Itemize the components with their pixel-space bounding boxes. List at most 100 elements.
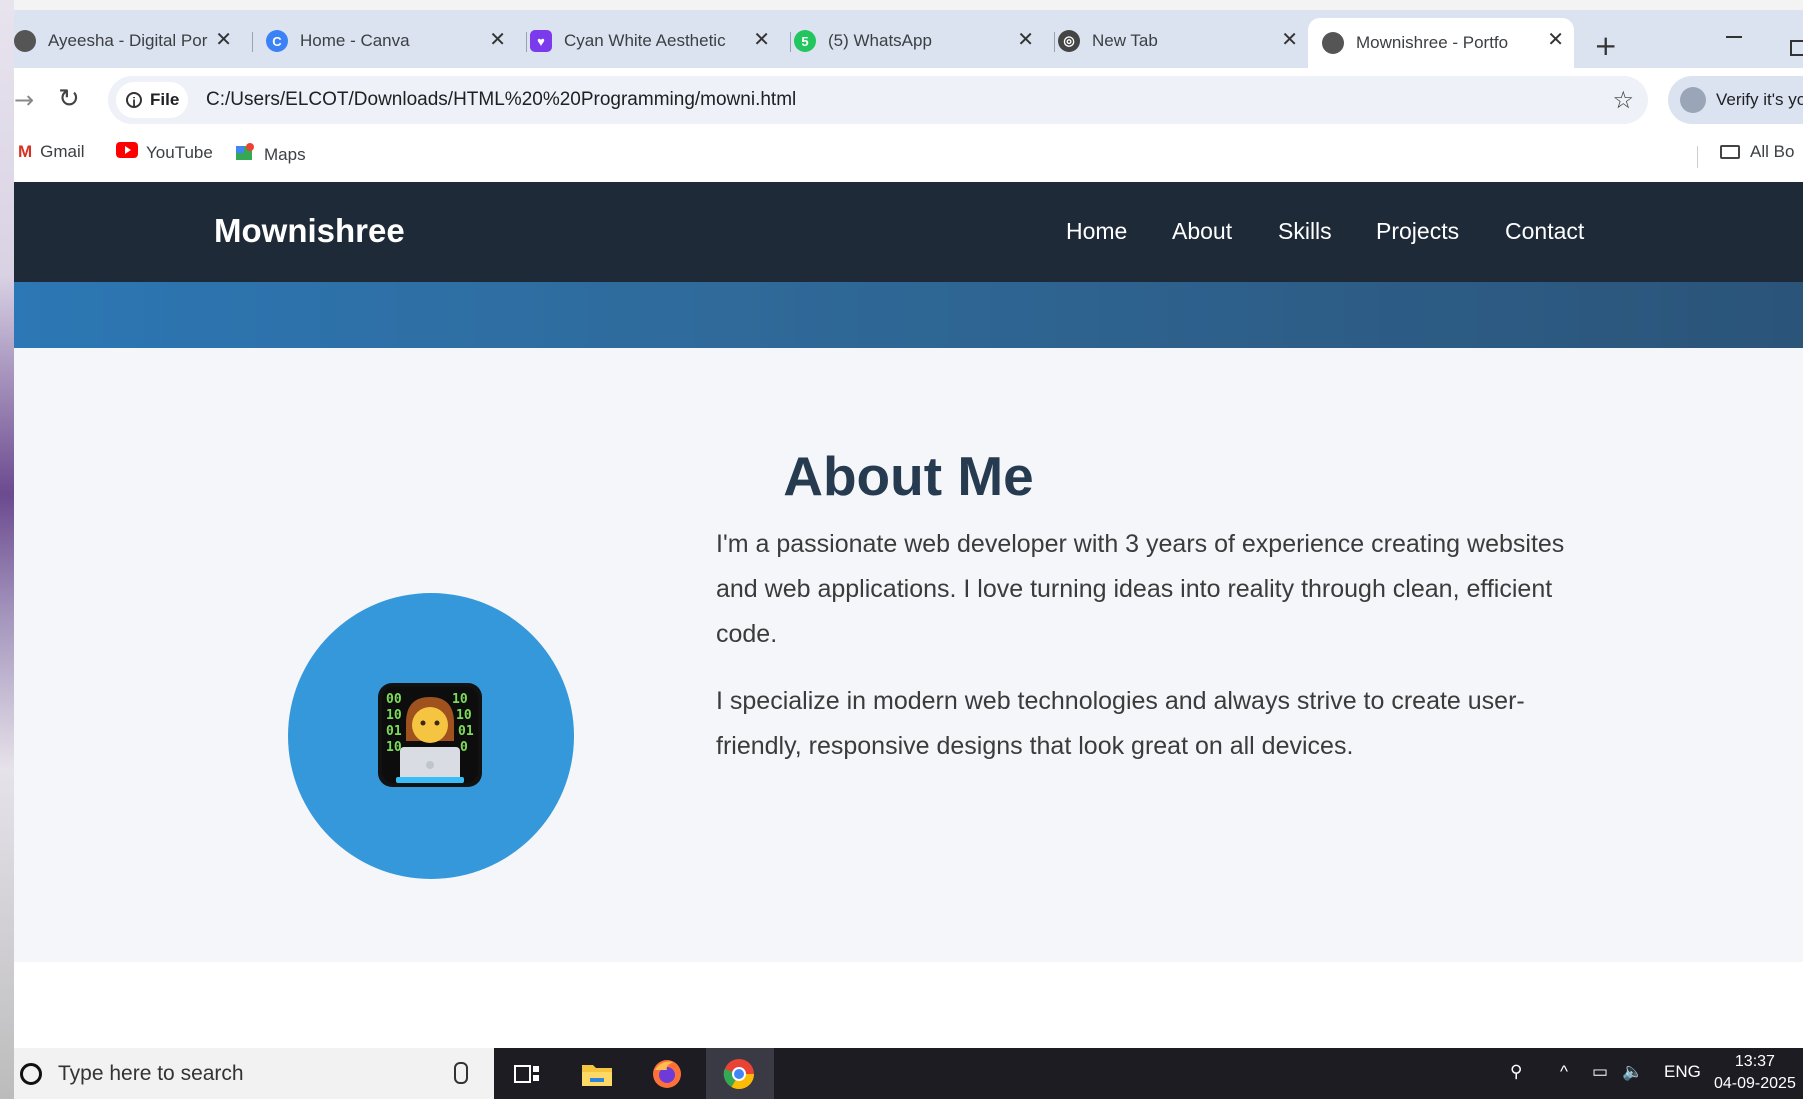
forward-icon[interactable]: → bbox=[14, 86, 34, 114]
whatsapp-icon: 5 bbox=[794, 30, 816, 52]
bookmark-star-icon[interactable]: ☆ bbox=[1612, 86, 1634, 114]
reload-icon[interactable]: ↻ bbox=[58, 84, 80, 114]
tab-cyan-white[interactable]: ♥ Cyan White Aesthetic ✕ bbox=[530, 18, 780, 64]
close-icon[interactable]: ✕ bbox=[1281, 29, 1298, 51]
tab-separator bbox=[790, 32, 791, 52]
tab-ayeesha[interactable]: Ayeesha - Digital Por ✕ bbox=[14, 18, 242, 64]
nav-link-contact[interactable]: Contact bbox=[1505, 218, 1584, 245]
tab-label: Ayeesha - Digital Por bbox=[48, 31, 208, 50]
canva-design-icon: ♥ bbox=[530, 30, 552, 52]
bookmark-maps[interactable]: Maps bbox=[236, 142, 306, 167]
battery-icon[interactable]: ▭ bbox=[1592, 1062, 1608, 1082]
close-icon[interactable]: ✕ bbox=[1017, 29, 1034, 51]
bookmark-label: Gmail bbox=[40, 142, 85, 161]
bookmarks-separator bbox=[1697, 146, 1698, 168]
bookmarks-bar: M Gmail YouTube Maps All Bo bbox=[14, 132, 1803, 182]
chevron-up-icon[interactable]: ^ bbox=[1560, 1062, 1568, 1082]
tab-label: Mownishree - Portfo bbox=[1356, 33, 1509, 52]
tab-separator bbox=[252, 32, 253, 52]
minimize-icon[interactable] bbox=[1726, 36, 1742, 38]
close-icon[interactable]: ✕ bbox=[1547, 29, 1564, 51]
nav-link-about[interactable]: About bbox=[1172, 218, 1232, 245]
tab-canva-home[interactable]: C Home - Canva ✕ bbox=[266, 18, 516, 64]
bookmark-label: Maps bbox=[264, 144, 306, 164]
restore-icon[interactable] bbox=[1790, 40, 1803, 56]
folder-icon bbox=[1720, 145, 1740, 159]
about-section-title: About Me bbox=[783, 445, 1034, 507]
file-explorer-icon[interactable] bbox=[580, 1058, 614, 1090]
bookmark-label: YouTube bbox=[146, 142, 213, 162]
chrome-icon: ◎ bbox=[1058, 30, 1080, 52]
url-text[interactable]: C:/Users/ELCOT/Downloads/HTML%20%20Progr… bbox=[206, 89, 796, 111]
address-bar[interactable]: i File C:/Users/ELCOT/Downloads/HTML%20%… bbox=[108, 76, 1648, 124]
tab-label: New Tab bbox=[1092, 31, 1158, 50]
svg-text:10: 10 bbox=[386, 708, 402, 723]
taskbar-search-placeholder: Type here to search bbox=[58, 1061, 244, 1085]
nav-link-skills[interactable]: Skills bbox=[1278, 218, 1332, 245]
tab-new-tab[interactable]: ◎ New Tab ✕ bbox=[1058, 18, 1308, 64]
clock-time: 13:37 bbox=[1734, 1053, 1775, 1070]
next-section-background bbox=[14, 962, 1803, 1048]
screen-top-edge bbox=[0, 0, 1803, 10]
tab-whatsapp[interactable]: 5 (5) WhatsApp ✕ bbox=[794, 18, 1044, 64]
about-paragraph-2: I specialize in modern web technologies … bbox=[716, 687, 1525, 760]
tab-label: Cyan White Aesthetic bbox=[564, 31, 726, 50]
tab-separator bbox=[526, 32, 527, 52]
tab-mownishree-active[interactable]: Mownishree - Portfo ✕ bbox=[1308, 18, 1574, 68]
tab-label: Home - Canva bbox=[300, 31, 410, 50]
technologist-emoji-icon: 00 10 10 10 01 01 10 0 bbox=[378, 683, 482, 787]
web-page-viewport: Mownishree Home About Skills Projects Co… bbox=[14, 182, 1803, 1048]
language-indicator[interactable]: ENG bbox=[1664, 1062, 1701, 1082]
people-icon[interactable]: ⚲ bbox=[1510, 1062, 1522, 1082]
firefox-icon[interactable] bbox=[650, 1058, 684, 1090]
browser-tab-strip: Ayeesha - Digital Por ✕ C Home - Canva ✕… bbox=[14, 10, 1803, 68]
tab-separator bbox=[1054, 32, 1055, 52]
svg-text:00: 00 bbox=[386, 692, 402, 707]
youtube-icon bbox=[116, 142, 138, 163]
about-paragraph-1: I'm a passionate web developer with 3 ye… bbox=[716, 530, 1565, 648]
bookmark-gmail[interactable]: M Gmail bbox=[18, 142, 85, 162]
profile-avatar-circle: 00 10 10 10 01 01 10 0 bbox=[288, 593, 574, 879]
verify-label: Verify it's you bbox=[1716, 90, 1803, 109]
clock-date: 04-09-2025 bbox=[1714, 1075, 1796, 1092]
desktop-wallpaper-edge bbox=[0, 0, 14, 1099]
globe-icon bbox=[1322, 32, 1344, 54]
task-view-icon[interactable] bbox=[510, 1058, 544, 1090]
all-bookmarks-button[interactable]: All Bo bbox=[1720, 142, 1794, 162]
tab-label: (5) WhatsApp bbox=[828, 31, 932, 50]
globe-icon bbox=[14, 30, 36, 52]
svg-text:0: 0 bbox=[460, 740, 468, 755]
maps-icon bbox=[236, 142, 256, 167]
svg-text:10: 10 bbox=[386, 740, 402, 755]
svg-text:10: 10 bbox=[452, 692, 468, 707]
new-tab-button[interactable]: + bbox=[1594, 32, 1617, 60]
canva-icon: C bbox=[266, 30, 288, 52]
volume-icon[interactable]: 🔈 bbox=[1622, 1062, 1643, 1082]
site-info-chip[interactable]: i File bbox=[116, 82, 188, 118]
all-bookmarks-label: All Bo bbox=[1750, 142, 1795, 161]
hero-gradient-band bbox=[14, 282, 1803, 348]
svg-text:01: 01 bbox=[386, 724, 402, 739]
close-icon[interactable]: ✕ bbox=[215, 29, 232, 51]
chrome-taskbar-icon[interactable] bbox=[722, 1058, 756, 1090]
gmail-icon: M bbox=[18, 142, 33, 161]
svg-text:01: 01 bbox=[458, 724, 474, 739]
nav-link-home[interactable]: Home bbox=[1066, 218, 1127, 245]
svg-text:10: 10 bbox=[456, 708, 472, 723]
microphone-icon[interactable] bbox=[454, 1062, 468, 1084]
site-navbar: Mownishree Home About Skills Projects Co… bbox=[14, 182, 1803, 282]
close-icon[interactable]: ✕ bbox=[489, 29, 506, 51]
info-icon: i bbox=[126, 92, 142, 109]
system-clock[interactable]: 13:37 04-09-2025 bbox=[1714, 1051, 1796, 1095]
bookmark-youtube[interactable]: YouTube bbox=[116, 142, 213, 163]
browser-toolbar: → ↻ i File C:/Users/ELCOT/Downloads/HTML… bbox=[14, 68, 1803, 132]
site-brand-logo[interactable]: Mownishree bbox=[214, 212, 405, 250]
close-icon[interactable]: ✕ bbox=[753, 29, 770, 51]
nav-link-projects[interactable]: Projects bbox=[1376, 218, 1459, 245]
scheme-label: File bbox=[150, 90, 180, 109]
windows-taskbar: Type here to search ⚲ ^ ▭ 🔈 ENG 13:37 04… bbox=[14, 1048, 1803, 1099]
taskbar-search[interactable]: Type here to search bbox=[14, 1048, 494, 1099]
cortana-circle-icon bbox=[20, 1062, 42, 1085]
profile-verify-chip[interactable]: Verify it's you bbox=[1668, 76, 1803, 124]
profile-avatar-icon bbox=[1680, 87, 1706, 113]
